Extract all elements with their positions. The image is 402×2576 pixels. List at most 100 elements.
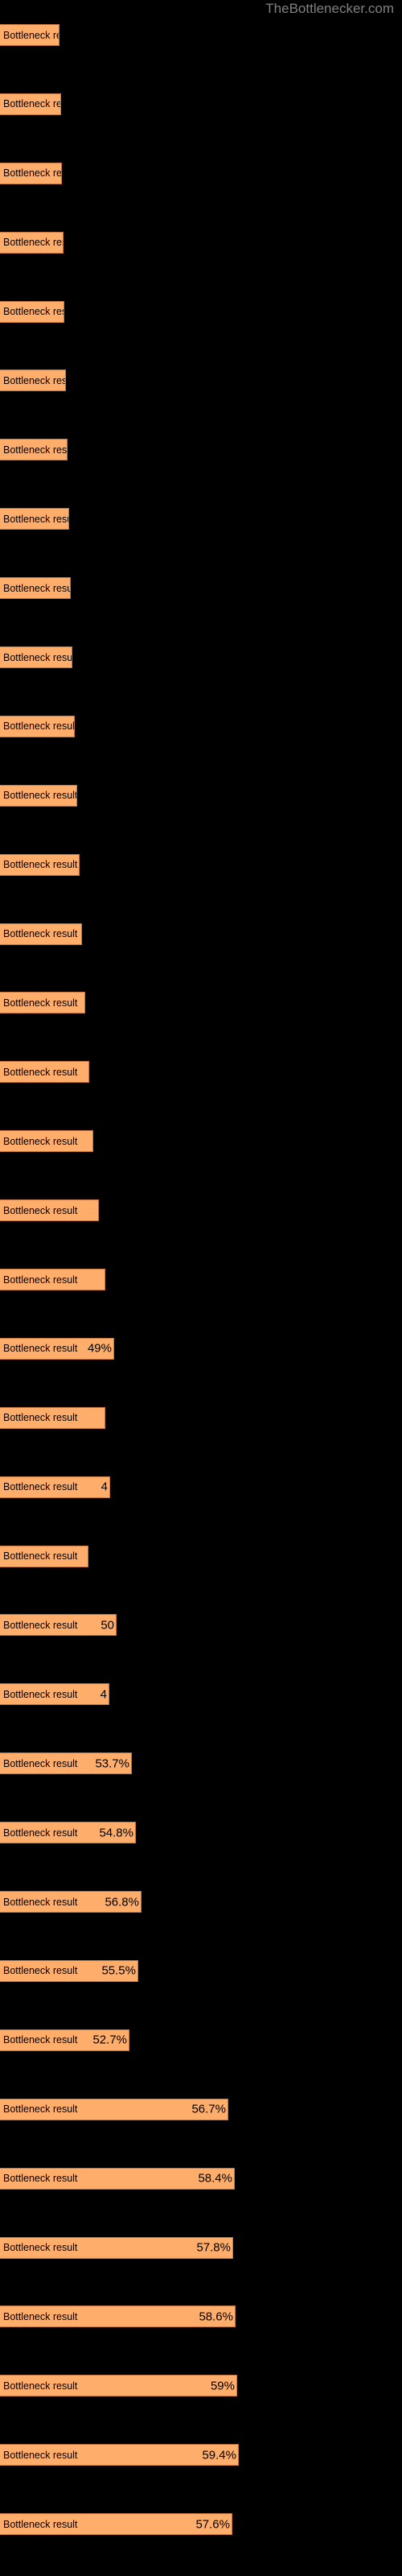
bar[interactable]: Bottleneck result 49% <box>0 1337 114 1360</box>
bar[interactable]: Bottleneck result 58.4% <box>0 2167 235 2190</box>
bar-row: Bottleneck result 55.5% <box>0 1954 402 2023</box>
bar[interactable]: Bottleneck result <box>0 992 85 1014</box>
bar[interactable]: Bottleneck result 56.8% <box>0 1891 142 1913</box>
bar[interactable]: Bottleneck result <box>0 1545 88 1567</box>
bar-label: Bottleneck result <box>3 1343 78 1355</box>
bar-row: Bottleneck result 56.7% <box>0 2092 402 2161</box>
bar[interactable]: Bottleneck result 57.8% <box>0 2236 233 2259</box>
bar[interactable]: Bottleneck result 52.7% <box>0 2029 129 2051</box>
bar-label: Bottleneck result <box>3 859 78 871</box>
bar-row: Bottleneck result <box>0 640 402 709</box>
bar[interactable]: Bottleneck result 59% <box>0 2375 237 2397</box>
bar-row: Bottleneck result 4 <box>0 1677 402 1746</box>
bar[interactable]: Bottleneck result <box>0 162 62 184</box>
site-watermark: TheBottlenecker.com <box>265 1 394 16</box>
bar-label: Bottleneck result <box>3 651 72 663</box>
bar-value-label: 56.8% <box>105 1895 139 1909</box>
bar[interactable]: Bottleneck result 55.5% <box>0 1959 138 1982</box>
bar-row: Bottleneck result 49% <box>0 1331 402 1401</box>
bar[interactable]: Bottleneck result <box>0 923 82 945</box>
bar-row: Bottleneck result <box>0 848 402 917</box>
bar-row: Bottleneck result 59% <box>0 2368 402 2438</box>
bar[interactable]: Bottleneck result <box>0 1061 89 1084</box>
bar-label: Bottleneck result <box>3 1757 78 1769</box>
bar[interactable]: Bottleneck result <box>0 93 61 115</box>
bar-value-label: 59.4% <box>202 2448 236 2462</box>
bar[interactable]: Bottleneck result 50 <box>0 1614 117 1637</box>
bar-label: Bottleneck result <box>3 928 78 940</box>
bar[interactable]: Bottleneck result 4 <box>0 1683 109 1706</box>
bar-row: Bottleneck result <box>0 917 402 986</box>
bar-value-label: 56.7% <box>191 2102 226 2116</box>
bar[interactable]: Bottleneck result <box>0 369 66 392</box>
bar[interactable]: Bottleneck result <box>0 577 71 600</box>
bar-row: Bottleneck result <box>0 571 402 640</box>
bar-label: Bottleneck result <box>3 790 77 802</box>
bar-label: Bottleneck result <box>3 582 71 594</box>
bar-label: Bottleneck result <box>3 1550 78 1563</box>
bar-value-label: 50 <box>100 1618 114 1633</box>
bar-label: Bottleneck result <box>3 1066 78 1078</box>
bar-row: Bottleneck result <box>0 18 402 87</box>
bar-value-label: 57.6% <box>195 2517 230 2532</box>
bar-row: Bottleneck result <box>0 363 402 432</box>
bar-label: Bottleneck result <box>3 997 78 1009</box>
bar-row: Bottleneck result <box>0 778 402 848</box>
bar-row: Bottleneck result 58.6% <box>0 2299 402 2368</box>
bar-row: Bottleneck result <box>0 87 402 156</box>
bar[interactable]: Bottleneck result <box>0 300 64 323</box>
bar-row: Bottleneck result <box>0 295 402 364</box>
bar[interactable]: Bottleneck result 57.6% <box>0 2513 232 2536</box>
bar-label: Bottleneck result <box>3 1481 78 1493</box>
bar-label: Bottleneck result <box>3 2103 78 2116</box>
bar-row: Bottleneck result 59.4% <box>0 2438 402 2507</box>
bar-row: Bottleneck result <box>0 1401 402 1470</box>
bar-value-label: 58.4% <box>198 2171 232 2186</box>
bar[interactable]: Bottleneck result <box>0 1130 93 1153</box>
bar-label: Bottleneck result <box>3 1896 78 1908</box>
bar-label: Bottleneck result <box>3 1619 78 1631</box>
bar[interactable]: Bottleneck result 59.4% <box>0 2444 239 2467</box>
bar[interactable]: Bottleneck result 4 <box>0 1476 110 1498</box>
bar[interactable]: Bottleneck result <box>0 439 68 461</box>
bar-row: Bottleneck result 58.4% <box>0 2161 402 2231</box>
bar-row: Bottleneck result <box>0 709 402 778</box>
bar[interactable]: Bottleneck result <box>0 24 59 46</box>
bar[interactable]: Bottleneck result 54.8% <box>0 1822 136 1844</box>
bar-label: Bottleneck result <box>3 513 68 525</box>
bar-row: Bottleneck result <box>0 502 402 571</box>
bar[interactable]: Bottleneck result 58.6% <box>0 2306 236 2328</box>
bar[interactable]: Bottleneck result <box>0 231 64 254</box>
bar-label: Bottleneck result <box>3 1135 78 1147</box>
bar-row: Bottleneck result 4 <box>0 1470 402 1539</box>
bar[interactable]: Bottleneck result <box>0 1269 105 1291</box>
bar[interactable]: Bottleneck result <box>0 1199 99 1222</box>
bar[interactable]: Bottleneck result <box>0 508 69 530</box>
bar-label: Bottleneck result <box>3 2449 78 2461</box>
bar-label: Bottleneck result <box>3 2518 78 2530</box>
bar-label: Bottleneck result <box>3 1412 78 1424</box>
bar[interactable]: Bottleneck result <box>0 853 80 876</box>
bar-row: Bottleneck result <box>0 225 402 295</box>
bar-label: Bottleneck result <box>3 374 66 386</box>
bar-label: Bottleneck result <box>3 2034 78 2046</box>
bar-row: Bottleneck result <box>0 156 402 225</box>
bar-value-label: 53.7% <box>95 1757 129 1771</box>
bar-label: Bottleneck result <box>3 2380 78 2392</box>
bar[interactable]: Bottleneck result <box>0 646 72 669</box>
bar-value-label: 52.7% <box>92 2033 127 2047</box>
bar[interactable]: Bottleneck result <box>0 715 75 737</box>
bar-row: Bottleneck result 57.6% <box>0 2507 402 2576</box>
bar[interactable]: Bottleneck result 53.7% <box>0 1752 132 1775</box>
bar[interactable]: Bottleneck result 56.7% <box>0 2098 228 2120</box>
bottleneck-bar-chart: TheBottlenecker.com Bottleneck resultBot… <box>0 0 402 2576</box>
bar-row: Bottleneck result 52.7% <box>0 2023 402 2092</box>
bar-label: Bottleneck result <box>3 98 60 110</box>
bar-label: Bottleneck result <box>3 1204 78 1216</box>
bar-value-label: 57.8% <box>196 2240 231 2255</box>
bar-row: Bottleneck result <box>0 1193 402 1262</box>
bar[interactable]: Bottleneck result <box>0 1406 105 1429</box>
bar[interactable]: Bottleneck result <box>0 784 77 807</box>
bar-value-label: 54.8% <box>99 1826 133 1840</box>
bar-label: Bottleneck result <box>3 306 64 318</box>
